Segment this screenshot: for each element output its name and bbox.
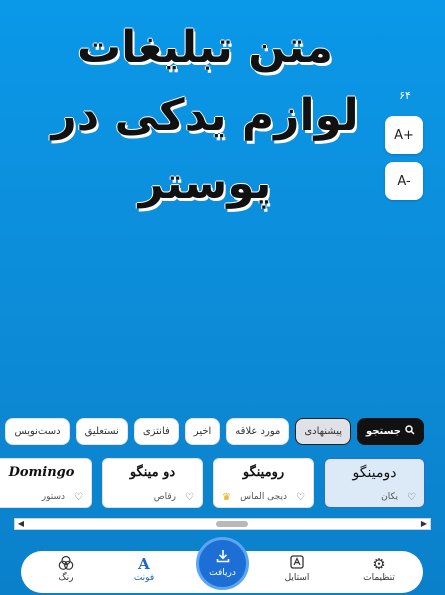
nav-style[interactable]: استایل <box>267 555 327 583</box>
font-cards-list: دومینگو یکان ♡ رومینگو دیجی الماس ♡ ♛ دو… <box>0 458 445 508</box>
font-category-chips: جستجو پیشنهادی مورد علاقه اخیر فانتزی نس… <box>5 418 424 445</box>
color-palette-icon <box>36 555 96 573</box>
font-card[interactable]: رومینگو دیجی الماس ♡ ♛ <box>213 458 314 508</box>
poster-line-2: لوازم یدکی در <box>51 90 359 141</box>
font-sample: Domingo <box>8 465 75 480</box>
nav-settings[interactable]: ⚙ تنظیمات <box>349 555 409 583</box>
nav-font-label: فونت <box>133 573 155 583</box>
gear-icon: ⚙ <box>372 555 386 573</box>
nav-settings-label: تنظیمات <box>363 573 395 583</box>
nav-color[interactable]: رنگ <box>36 555 96 583</box>
font-card[interactable]: دو مینگو رقاص ♡ <box>102 458 203 508</box>
font-name: دستور <box>41 492 65 502</box>
style-icon <box>267 555 327 573</box>
font-card[interactable]: دومینگو یکان ♡ <box>324 458 425 508</box>
font-name: رقاص <box>153 492 176 502</box>
poster-line-3: پوستر <box>138 158 272 209</box>
scroll-right-icon[interactable]: ▶ <box>419 519 429 529</box>
heart-icon[interactable]: ♡ <box>407 492 416 503</box>
font-size-value: ۶۴ <box>399 89 411 102</box>
heart-icon[interactable]: ♡ <box>74 492 83 503</box>
scroll-thumb[interactable] <box>216 521 248 527</box>
font-name: یکان <box>381 492 398 502</box>
font-sample: رومینگو <box>242 465 285 480</box>
nav-font[interactable]: A فونت <box>114 555 174 583</box>
poster-text[interactable]: متن تبلیغات لوازم یدکی در پوستر <box>40 14 370 218</box>
chip-favorites[interactable]: مورد علاقه <box>226 418 290 445</box>
font-sample: دو مینگو <box>129 465 176 480</box>
chip-suggested[interactable]: پیشنهادی <box>295 418 352 445</box>
poster-line-1: متن تبلیغات <box>76 22 334 73</box>
scroll-left-icon[interactable]: ◀ <box>16 519 26 529</box>
chip-nastaliq[interactable]: نستعلیق <box>75 418 128 445</box>
chip-fantasy[interactable]: فانتزی <box>133 418 179 445</box>
font-icon: A <box>138 555 150 573</box>
decrease-font-button[interactable]: A- <box>385 162 423 200</box>
heart-icon[interactable]: ♡ <box>296 492 305 503</box>
increase-font-button[interactable]: A+ <box>385 116 423 154</box>
download-button[interactable]: دریافت <box>196 537 249 590</box>
chip-handwriting[interactable]: دست‌نویس <box>5 418 70 445</box>
search-chip-label: جستجو <box>366 426 401 437</box>
nav-color-label: رنگ <box>58 573 74 583</box>
chip-recent[interactable]: اخیر <box>184 418 221 445</box>
nav-style-label: استایل <box>284 573 310 583</box>
download-label: دریافت <box>209 568 236 578</box>
horizontal-scrollbar[interactable]: ◀ ▶ <box>14 518 431 530</box>
heart-icon[interactable]: ♡ <box>185 492 194 503</box>
font-sample: دومینگو <box>352 465 397 481</box>
font-name: دیجی الماس <box>240 492 287 502</box>
search-chip[interactable]: جستجو <box>357 418 424 445</box>
search-icon <box>405 425 415 438</box>
font-card[interactable]: Domingo دستور ♡ <box>0 458 92 508</box>
crown-icon: ♛ <box>222 492 231 503</box>
download-icon <box>199 548 246 568</box>
